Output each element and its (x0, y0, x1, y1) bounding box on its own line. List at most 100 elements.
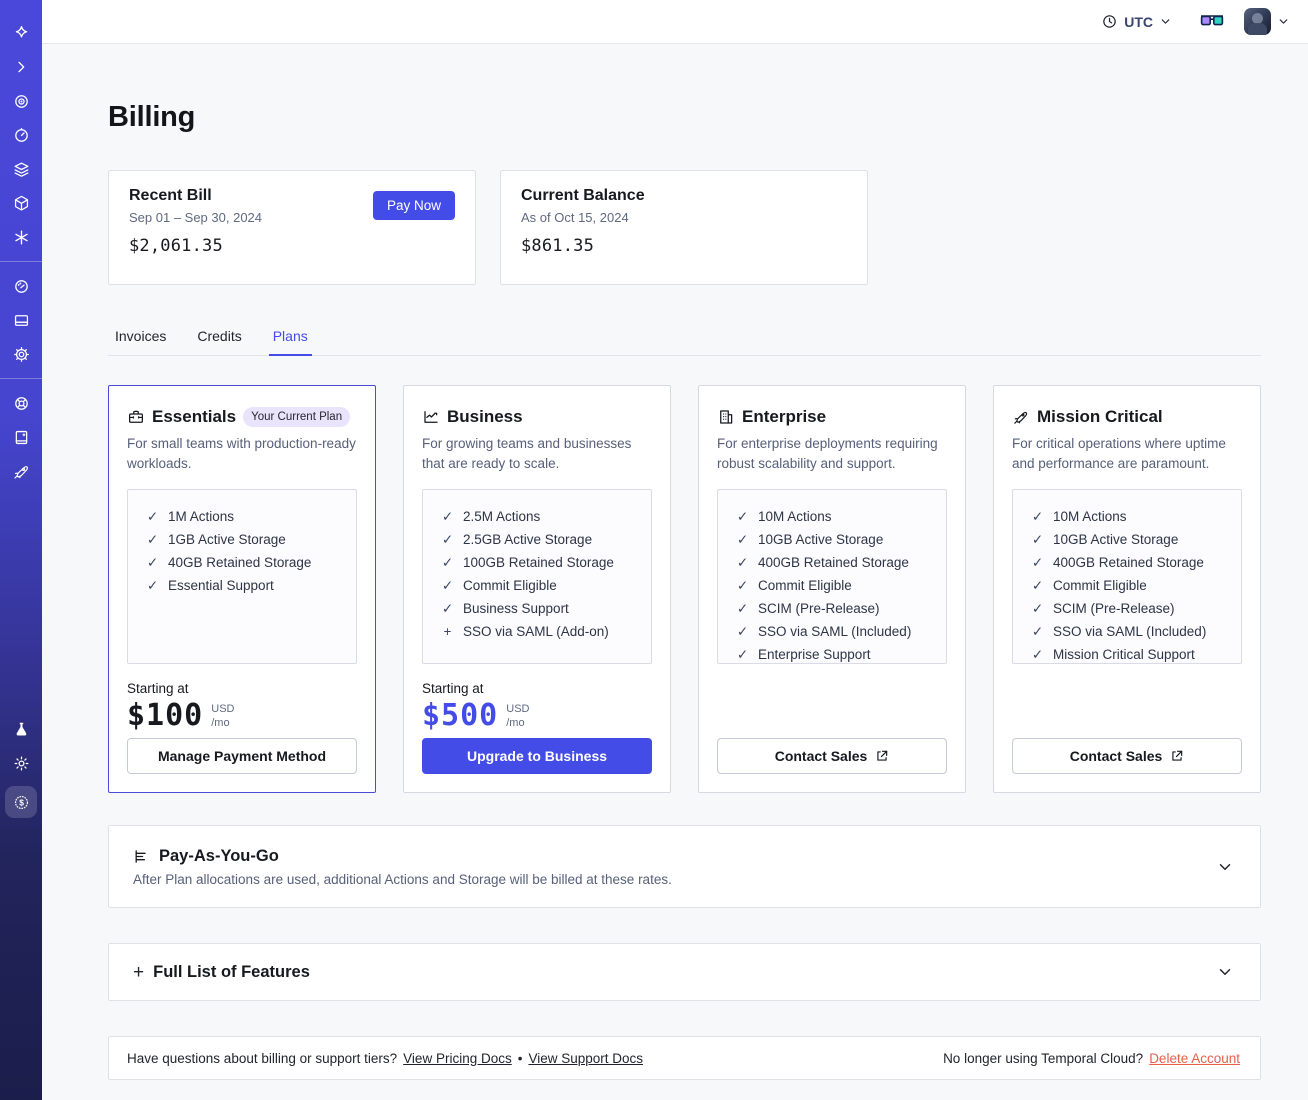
plan-description: For critical operations where uptime and… (1012, 436, 1226, 471)
price-label: Starting at (127, 681, 189, 696)
check-icon: ✓ (441, 555, 454, 570)
plus-icon: + (443, 624, 452, 639)
price-label: Starting at (422, 681, 484, 696)
upgrade-business-button[interactable]: Upgrade to Business (422, 738, 652, 774)
price-currency: USD (211, 703, 235, 715)
payg-accordion[interactable]: Pay-As-You-Go After Plan allocations are… (108, 825, 1261, 908)
feature-item: 10GB Active Storage (758, 532, 884, 547)
plan-feature-box: ✓ 2.5M Actions ✓ 2.5GB Active Storage ✓ 100… (422, 489, 652, 664)
feature-item: Business Support (463, 601, 569, 616)
top-bar: UTC (42, 0, 1308, 44)
timezone-selector[interactable]: UTC (1095, 9, 1178, 34)
check-icon: ✓ (146, 509, 159, 524)
contact-sales-button[interactable]: Contact Sales (1012, 738, 1242, 774)
check-icon: ✓ (736, 509, 749, 524)
feature-item: Commit Eligible (758, 578, 852, 593)
recent-bill-card: Recent Bill Sep 01 – Sep 30, 2024 $2,061… (108, 170, 476, 285)
payg-title: Pay-As-You-Go (159, 846, 279, 865)
feature-item: 10GB Active Storage (1053, 532, 1179, 547)
button-label: Manage Payment Method (157, 748, 327, 764)
footer-bar: Have questions about billing or support … (108, 1036, 1261, 1080)
docs-book-icon[interactable] (0, 420, 42, 454)
check-icon: ✓ (146, 555, 159, 570)
sidebar-divider (0, 261, 42, 262)
feature-item: Mission Critical Support (1053, 647, 1195, 662)
footer-question: Have questions about billing or support … (127, 1050, 398, 1066)
current-balance-asof: As of Oct 15, 2024 (521, 210, 629, 225)
plan-description: For small teams with production-ready wo… (127, 436, 356, 471)
tab-plans[interactable]: Plans (268, 322, 312, 356)
plan-price: Starting at $500 USD/mo (422, 681, 652, 733)
settings-gear-icon[interactable] (0, 337, 42, 371)
button-label: Contact Sales (774, 748, 868, 764)
check-icon: ✓ (1031, 578, 1044, 593)
check-icon: ✓ (736, 578, 749, 593)
price-currency: USD (506, 703, 530, 715)
price-amount: $500 (422, 698, 499, 733)
price-per: /mo (211, 717, 230, 730)
plan-card-mission-critical: Mission Critical For critical operations… (993, 385, 1261, 793)
feature-item: Essential Support (168, 578, 274, 593)
deployments-layers-icon[interactable] (0, 152, 42, 186)
check-icon: ✓ (441, 601, 454, 616)
usage-gauge-icon[interactable] (0, 269, 42, 303)
support-lifebuoy-icon[interactable] (0, 386, 42, 420)
theme-sun-icon[interactable] (0, 746, 42, 780)
feature-item: 2.5GB Active Storage (463, 532, 593, 547)
contact-sales-button[interactable]: Contact Sales (717, 738, 947, 774)
view-pricing-docs-link[interactable]: View Pricing Docs (403, 1051, 512, 1066)
chevron-down-icon (1161, 19, 1170, 24)
collapse-chevron-icon[interactable] (0, 50, 42, 84)
feature-item: 2.5M Actions (463, 509, 541, 524)
sidebar: $ (0, 0, 42, 1100)
dot-separator: • (517, 1050, 523, 1066)
main-content: Billing Recent Bill Sep 01 – Sep 30, 202… (42, 44, 1308, 1100)
billing-card-icon[interactable] (0, 303, 42, 337)
account-menu[interactable] (1244, 8, 1290, 35)
svg-text:$: $ (19, 797, 24, 807)
check-icon: ✓ (736, 532, 749, 547)
price-amount: $100 (127, 698, 204, 733)
pay-now-button[interactable]: Pay Now (372, 191, 455, 220)
labs-flask-icon[interactable] (0, 712, 42, 746)
feature-item: SSO via SAML (Add-on) (463, 624, 609, 639)
billing-active-dollar-icon[interactable]: $ (5, 786, 37, 818)
external-link-icon (877, 750, 888, 761)
footer-right-question: No longer using Temporal Cloud? (943, 1050, 1144, 1066)
view-support-docs-link[interactable]: View Support Docs (528, 1051, 643, 1066)
delete-account-link[interactable]: Delete Account (1149, 1051, 1240, 1066)
feature-item: Commit Eligible (1053, 578, 1147, 593)
full-features-title: Full List of Features (153, 962, 310, 981)
feature-item: 1M Actions (168, 509, 235, 524)
full-features-accordion[interactable]: + Full List of Features (108, 943, 1261, 1001)
workflows-cube-icon[interactable] (0, 186, 42, 220)
nexus-asterisk-icon[interactable] (0, 220, 42, 254)
feature-item: 10M Actions (758, 509, 832, 524)
summary-cards: Recent Bill Sep 01 – Sep 30, 2024 $2,061… (108, 170, 1261, 285)
check-icon: ✓ (736, 601, 749, 616)
plan-description: For enterprise deployments requiring rob… (717, 436, 938, 471)
namespaces-icon[interactable] (0, 84, 42, 118)
chevron-down-icon[interactable] (1216, 858, 1234, 876)
plan-card-business: Business For growing teams and businesse… (403, 385, 671, 793)
check-icon: ✓ (736, 555, 749, 570)
toolbox-icon (128, 410, 144, 423)
getting-started-rocket-icon[interactable] (0, 454, 42, 488)
check-icon: ✓ (146, 532, 159, 547)
chevron-down-icon (1279, 19, 1288, 24)
current-plan-badge: Your Current Plan (243, 407, 351, 427)
retro-glasses-icon[interactable] (1196, 10, 1228, 33)
tab-invoices[interactable]: Invoices (113, 322, 168, 355)
page-title: Billing (108, 101, 196, 133)
feature-item: 400GB Retained Storage (758, 555, 909, 570)
tab-credits[interactable]: Credits (195, 322, 243, 355)
manage-payment-button[interactable]: Manage Payment Method (127, 738, 357, 774)
chevron-down-icon[interactable] (1216, 963, 1234, 981)
temporal-logo-icon[interactable] (0, 16, 42, 50)
avatar[interactable] (1244, 8, 1271, 35)
check-icon: ✓ (1031, 647, 1044, 662)
check-icon: ✓ (1031, 601, 1044, 616)
check-icon: ✓ (441, 532, 454, 547)
feature-item: 10M Actions (1053, 509, 1127, 524)
schedules-icon[interactable] (0, 118, 42, 152)
